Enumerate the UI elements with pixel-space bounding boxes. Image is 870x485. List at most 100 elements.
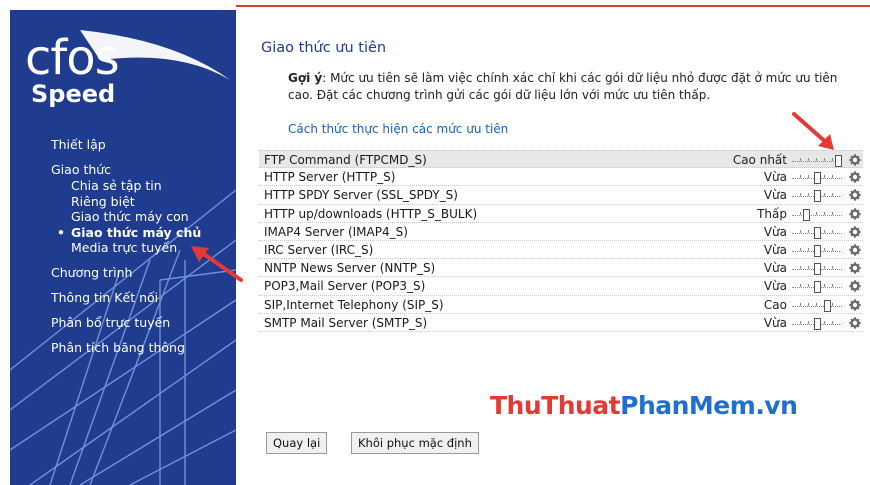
protocol-row: HTTP SPDY Server (SSL_SPDY_S) Vừa [259, 186, 863, 205]
slider-tick [808, 284, 809, 288]
slider-tick [816, 211, 817, 215]
slider-knob[interactable] [814, 263, 821, 276]
slider-tick [824, 175, 825, 179]
slider-tick [800, 193, 801, 197]
priority-slider[interactable] [792, 208, 842, 221]
slider-tick [824, 229, 825, 233]
nav-protocols[interactable]: Giao thức [51, 162, 231, 178]
gear-icon[interactable] [848, 298, 862, 312]
nav-file-sharing[interactable]: Chia sẻ tập tin [51, 178, 231, 194]
gear-icon[interactable] [848, 153, 862, 167]
priority-slider[interactable] [792, 281, 842, 294]
slider-knob[interactable] [814, 281, 821, 294]
nav-online-distribution[interactable]: Phân bổ trực tuyến [51, 315, 231, 331]
gear-icon[interactable] [848, 207, 862, 221]
protocol-row: POP3,Mail Server (POP3_S) Vừa [259, 277, 863, 296]
logo-cfos-text: cfos [25, 30, 120, 86]
nav-server-protocols-label: Giao thức máy chủ [71, 224, 202, 240]
slider-tick [824, 320, 825, 324]
priority-slider[interactable] [792, 226, 842, 239]
slider-tick [800, 302, 801, 306]
priority-slider[interactable] [792, 190, 842, 203]
slider-knob[interactable] [814, 317, 821, 330]
gear-icon[interactable] [848, 170, 862, 184]
slider-tick [824, 193, 825, 197]
watermark-part1: Thu [490, 391, 542, 420]
slider-tick [800, 211, 801, 215]
watermark: ThuThuatPhanMem.vn [490, 391, 798, 420]
gear-icon[interactable] [848, 279, 862, 293]
slider-tick [832, 229, 833, 233]
gear-icon[interactable] [848, 261, 862, 275]
slider-tick [800, 266, 801, 270]
hint-body: : Mức ưu tiên sẽ làm việc chính xác chỉ … [288, 71, 838, 102]
slider-knob[interactable] [824, 299, 831, 312]
slider-tick [808, 193, 809, 197]
back-button[interactable]: Quay lại [266, 432, 328, 454]
slider-tick [800, 229, 801, 233]
slider-tick [808, 266, 809, 270]
priority-slider[interactable] [792, 172, 842, 185]
priority-level-label: Vừa [763, 170, 787, 185]
slider-knob[interactable] [803, 208, 810, 221]
priority-slider[interactable] [792, 155, 842, 167]
hint-label: Gợi ý [288, 71, 323, 85]
slider-tick [808, 302, 809, 306]
priority-level-label: Cao [763, 297, 787, 312]
protocol-name: IMAP4 Server (IMAP4_S) [264, 224, 408, 239]
slider-tick [832, 320, 833, 324]
nav-connection-info[interactable]: Thông tin Kết nối [51, 290, 231, 306]
slider-tick [824, 247, 825, 251]
priority-level-label: Vừa [763, 279, 787, 294]
slider-tick [832, 175, 833, 179]
slider-tick [808, 247, 809, 251]
protocol-name: SMTP Mail Server (SMTP_S) [264, 315, 428, 330]
slider-tick [800, 320, 801, 324]
slider-tick [824, 284, 825, 288]
priority-slider[interactable] [792, 244, 842, 257]
slider-knob[interactable] [814, 190, 821, 203]
page-title: Giao thức ưu tiên [261, 40, 387, 56]
hint-text: Gợi ý: Mức ưu tiên sẽ làm việc chính xác… [288, 70, 864, 104]
priority-level-label: Cao nhất [732, 153, 787, 167]
gear-icon[interactable] [848, 316, 862, 330]
protocol-row: SIP,Internet Telephony (SIP_S) Cao [259, 296, 863, 314]
slider-knob[interactable] [814, 244, 821, 257]
slider-tick [824, 211, 825, 215]
priority-howto-link[interactable]: Cách thức thực hiện các mức ưu tiên [288, 122, 508, 136]
nav-client-protocols[interactable]: Giao thức máy con [51, 209, 231, 225]
priority-level-label: Vừa [763, 315, 787, 330]
slider-tick [800, 175, 801, 179]
slider-tick [808, 320, 809, 324]
slider-track [792, 214, 842, 216]
slider-tick [816, 158, 817, 161]
logo-speed-text: Speed [31, 80, 116, 108]
protocol-name: FTP Command (FTPCMD_S) [264, 153, 427, 167]
nav-bandwidth-analysis[interactable]: Phân tích băng thông [51, 340, 231, 356]
slider-knob[interactable] [814, 226, 821, 239]
protocol-row: IMAP4 Server (IMAP4_S) Vừa [259, 223, 863, 241]
slider-tick [832, 284, 833, 288]
protocol-name: HTTP SPDY Server (SSL_SPDY_S) [264, 188, 458, 203]
watermark-part2: Thuat [541, 391, 621, 420]
protocol-name: HTTP up/downloads (HTTP_S_BULK) [264, 206, 478, 221]
protocol-row: SMTP Mail Server (SMTP_S) Vừa [259, 314, 863, 332]
nav-server-protocols[interactable]: • Giao thức máy chủ [51, 225, 231, 241]
gear-icon[interactable] [848, 243, 862, 257]
priority-slider[interactable] [792, 317, 842, 330]
nav-setup[interactable]: Thiết lập [51, 137, 231, 153]
slider-tick [832, 158, 833, 161]
slider-tick [800, 158, 801, 161]
restore-defaults-button[interactable]: Khôi phục mặc định [351, 432, 479, 454]
gear-icon[interactable] [848, 188, 862, 202]
protocol-row: HTTP Server (HTTP_S) Vừa [259, 168, 863, 187]
nav-private[interactable]: Riêng biệt [51, 194, 231, 210]
priority-slider[interactable] [792, 263, 842, 276]
protocol-list: FTP Command (FTPCMD_S) Cao nhất HTTP Serve… [259, 150, 863, 332]
priority-level-label: Vừa [763, 188, 787, 203]
gear-icon[interactable] [848, 225, 862, 239]
slider-knob[interactable] [814, 172, 821, 185]
priority-slider[interactable] [792, 299, 842, 312]
slider-knob[interactable] [835, 155, 842, 167]
protocol-name: POP3,Mail Server (POP3_S) [264, 279, 426, 294]
